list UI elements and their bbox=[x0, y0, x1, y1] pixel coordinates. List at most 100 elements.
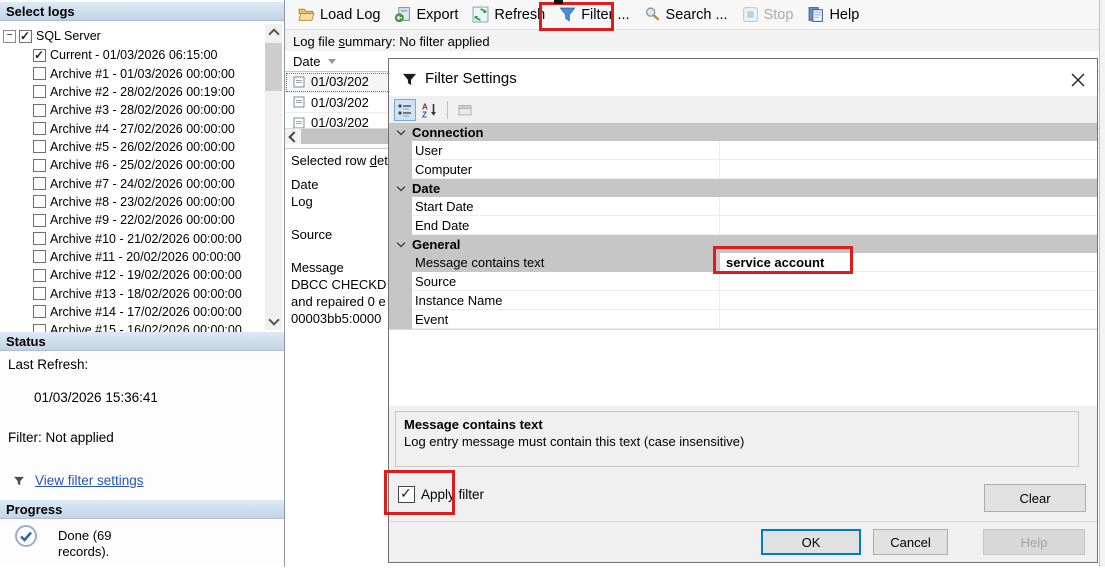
tree-item[interactable]: Archive #13 - 18/02/2026 00:00:00 bbox=[0, 284, 262, 302]
details-header-accel: d bbox=[369, 153, 377, 168]
property-row[interactable]: User bbox=[389, 141, 1097, 160]
export-button[interactable]: Export bbox=[387, 4, 465, 25]
details-field-date: Date bbox=[291, 177, 319, 192]
tree-item[interactable]: Archive #15 - 16/02/2026 00:00:00 bbox=[0, 321, 262, 332]
scrollbar-thumb[interactable] bbox=[265, 43, 282, 91]
log-checkbox[interactable] bbox=[33, 305, 46, 319]
tree-item-label: Archive #1 - 01/03/2026 00:00:00 bbox=[50, 66, 235, 81]
tree-item-label: Archive #14 - 17/02/2026 00:00:00 bbox=[50, 304, 242, 319]
property-category-row[interactable]: Connection bbox=[389, 123, 1097, 141]
tree-item[interactable]: Archive #6 - 25/02/2026 00:00:00 bbox=[0, 156, 262, 174]
property-row[interactable]: End Date bbox=[389, 216, 1097, 235]
tree-item[interactable]: Archive #1 - 01/03/2026 00:00:00 bbox=[0, 64, 262, 82]
scrollbar-thumb[interactable] bbox=[301, 129, 389, 144]
tree-item[interactable]: Archive #4 - 27/02/2026 00:00:00 bbox=[0, 119, 262, 137]
cancel-button[interactable]: Cancel bbox=[873, 529, 948, 555]
property-label[interactable]: Start Date bbox=[412, 197, 720, 216]
property-category-row[interactable]: Date bbox=[389, 179, 1097, 197]
property-value-field[interactable] bbox=[720, 160, 1097, 179]
property-label[interactable]: Event bbox=[412, 310, 720, 329]
log-checkbox[interactable] bbox=[33, 122, 46, 136]
property-row[interactable]: Source bbox=[389, 272, 1097, 291]
load-log-button[interactable]: Load Log bbox=[291, 4, 387, 25]
tree-collapse-icon[interactable]: − bbox=[3, 29, 16, 43]
tree-root-sql-server[interactable]: − SQL Server bbox=[3, 27, 101, 45]
help-button[interactable]: Help bbox=[800, 4, 866, 25]
property-value-field[interactable] bbox=[720, 272, 1097, 291]
log-entry-icon bbox=[293, 117, 305, 128]
property-pages-button[interactable] bbox=[454, 99, 476, 121]
log-checkbox[interactable] bbox=[33, 268, 46, 282]
help-dialog-button[interactable]: Help bbox=[983, 529, 1085, 555]
scroll-down-icon[interactable] bbox=[268, 314, 280, 326]
property-label[interactable]: Message contains text bbox=[412, 253, 720, 272]
log-checkbox[interactable] bbox=[33, 287, 46, 301]
log-checkbox[interactable] bbox=[33, 177, 46, 191]
log-checkbox[interactable] bbox=[33, 140, 46, 154]
tree-item[interactable]: Archive #12 - 19/02/2026 00:00:00 bbox=[0, 266, 262, 284]
log-checkbox[interactable] bbox=[33, 213, 46, 227]
tree-item[interactable]: Current - 01/03/2026 06:15:00 bbox=[0, 46, 262, 64]
property-row[interactable]: Event bbox=[389, 310, 1097, 329]
property-value-field[interactable] bbox=[720, 197, 1097, 216]
property-value-field[interactable] bbox=[720, 216, 1097, 235]
tree-item[interactable]: Archive #8 - 23/02/2026 00:00:00 bbox=[0, 193, 262, 211]
sql-server-checkbox[interactable] bbox=[19, 29, 32, 43]
collapse-chevron-icon[interactable] bbox=[389, 126, 412, 136]
tree-item[interactable]: Archive #10 - 21/02/2026 00:00:00 bbox=[0, 229, 262, 247]
property-value-field[interactable] bbox=[720, 310, 1097, 329]
log-checkbox[interactable] bbox=[33, 323, 46, 332]
property-pages-icon bbox=[458, 104, 472, 115]
collapse-chevron-icon[interactable] bbox=[389, 238, 412, 248]
view-filter-settings-link[interactable]: View filter settings bbox=[35, 473, 144, 488]
tree-item[interactable]: Archive #14 - 17/02/2026 00:00:00 bbox=[0, 303, 262, 321]
clear-button[interactable]: Clear bbox=[984, 484, 1086, 512]
alphabetical-sort-button[interactable]: AZ bbox=[419, 99, 441, 121]
status-header: Status bbox=[0, 332, 284, 351]
tree-item[interactable]: Archive #2 - 28/02/2026 00:19:00 bbox=[0, 83, 262, 101]
tree-item[interactable]: Archive #11 - 20/02/2026 00:00:00 bbox=[0, 248, 262, 266]
select-logs-header-label: Select logs bbox=[6, 4, 75, 19]
property-label[interactable]: Source bbox=[412, 272, 720, 291]
property-label[interactable]: User bbox=[412, 141, 720, 160]
scroll-up-icon[interactable] bbox=[268, 28, 280, 40]
property-value-field[interactable] bbox=[720, 141, 1097, 160]
log-checkbox[interactable] bbox=[33, 232, 46, 246]
tree-item[interactable]: Archive #3 - 28/02/2026 00:00:00 bbox=[0, 101, 262, 119]
tree-scrollbar[interactable] bbox=[265, 24, 282, 330]
stop-button[interactable]: Stop bbox=[735, 4, 801, 25]
log-checkbox[interactable] bbox=[33, 250, 46, 264]
tree-root-label: SQL Server bbox=[36, 29, 101, 43]
scroll-left-button[interactable] bbox=[285, 129, 300, 144]
log-checkbox[interactable] bbox=[33, 195, 46, 209]
ok-button[interactable]: OK bbox=[761, 529, 861, 555]
log-tree-items: Current - 01/03/2026 06:15:00 Archive #1 … bbox=[0, 46, 262, 332]
details-field-source: Source bbox=[291, 227, 333, 242]
sort-az-icon: AZ bbox=[422, 102, 436, 118]
property-label[interactable]: Instance Name bbox=[412, 291, 720, 310]
log-checkbox[interactable] bbox=[33, 158, 46, 172]
property-description-panel: Message contains text Log entry message … bbox=[395, 411, 1079, 467]
log-checkbox[interactable] bbox=[33, 103, 46, 117]
search-icon bbox=[645, 7, 659, 21]
tree-item[interactable]: Archive #9 - 22/02/2026 00:00:00 bbox=[0, 211, 262, 229]
search-label: Search ... bbox=[665, 6, 728, 23]
categorized-view-button[interactable] bbox=[394, 98, 416, 121]
grid-gutter bbox=[389, 160, 412, 179]
property-row[interactable]: Instance Name bbox=[389, 291, 1097, 310]
log-checkbox[interactable] bbox=[33, 48, 46, 62]
collapse-chevron-icon[interactable] bbox=[389, 182, 412, 192]
log-checkbox[interactable] bbox=[33, 85, 46, 99]
tree-item[interactable]: Archive #5 - 26/02/2026 00:00:00 bbox=[0, 138, 262, 156]
search-button[interactable]: Search ... bbox=[637, 4, 735, 25]
property-label[interactable]: End Date bbox=[412, 216, 720, 235]
close-icon[interactable] bbox=[1065, 67, 1091, 93]
property-row[interactable]: Computer bbox=[389, 160, 1097, 179]
property-row[interactable]: Start Date bbox=[389, 197, 1097, 216]
tree-item-label: Archive #12 - 19/02/2026 00:00:00 bbox=[50, 268, 242, 283]
tree-item[interactable]: Archive #7 - 24/02/2026 00:00:00 bbox=[0, 174, 262, 192]
category-label: Date bbox=[412, 180, 441, 196]
property-value-field[interactable] bbox=[720, 291, 1097, 310]
property-label[interactable]: Computer bbox=[412, 160, 720, 179]
log-checkbox[interactable] bbox=[33, 67, 46, 81]
